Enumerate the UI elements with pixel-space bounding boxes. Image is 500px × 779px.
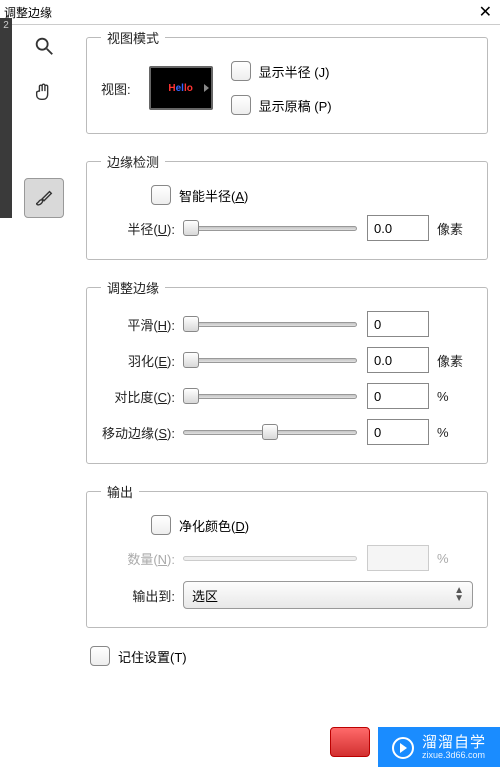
edge-detect-legend: 边缘检测 <box>101 152 165 171</box>
show-radius-label: 显示半径 (J) <box>259 62 330 81</box>
amount-input <box>367 545 429 571</box>
smart-radius-checkbox[interactable] <box>151 185 171 205</box>
hand-tool[interactable] <box>24 72 64 112</box>
amount-slider <box>183 549 357 567</box>
smooth-input[interactable] <box>367 311 429 337</box>
purify-color-label: 净化颜色(D) <box>179 516 249 535</box>
contrast-input[interactable] <box>367 383 429 409</box>
amount-label: 数量(N): <box>101 549 183 568</box>
adjust-edge-legend: 调整边缘 <box>101 278 165 297</box>
partial-button[interactable] <box>330 727 370 757</box>
output-to-label: 输出到: <box>101 586 183 605</box>
output-legend: 输出 <box>101 482 139 501</box>
hand-icon <box>33 81 55 103</box>
left-ruler: 2 <box>0 18 12 218</box>
remember-settings-checkbox[interactable] <box>90 646 110 666</box>
view-label: 视图: <box>101 79 139 98</box>
adjust-edge-group: 调整边缘 平滑(H): 羽化(E): 像素 对比度(C): <box>86 278 488 464</box>
smart-radius-label: 智能半径(A) <box>179 186 248 205</box>
amount-unit: % <box>437 551 473 566</box>
view-mode-group: 视图模式 视图: Hello 显示半径 (J) 显示原稿 (P) <box>86 28 488 134</box>
output-to-select[interactable]: 选区 ▲▼ <box>183 581 473 609</box>
contrast-label: 对比度(C): <box>101 387 183 406</box>
radius-input[interactable] <box>367 215 429 241</box>
feather-slider[interactable] <box>183 351 357 369</box>
contrast-unit: % <box>437 389 473 404</box>
edge-detect-group: 边缘检测 智能半径(A) 半径(U): 像素 <box>86 152 488 260</box>
radius-unit: 像素 <box>437 219 473 238</box>
show-radius-checkbox[interactable] <box>231 61 251 81</box>
show-original-checkbox[interactable] <box>231 95 251 115</box>
select-arrows-icon: ▲▼ <box>454 587 464 603</box>
shift-edge-label: 移动边缘(S): <box>101 423 183 442</box>
watermark-badge: 溜溜自学 zixue.3d66.com <box>378 727 500 767</box>
magnifier-icon <box>33 35 55 57</box>
contrast-slider[interactable] <box>183 387 357 405</box>
output-group: 输出 净化颜色(D) 数量(N): % 输出到: 选区 ▲▼ <box>86 482 488 628</box>
shift-edge-unit: % <box>437 425 473 440</box>
shift-edge-slider[interactable] <box>183 423 357 441</box>
thumbnail-image: Hello <box>168 83 192 94</box>
feather-unit: 像素 <box>437 351 473 370</box>
feather-label: 羽化(E): <box>101 351 183 370</box>
feather-input[interactable] <box>367 347 429 373</box>
zoom-tool[interactable] <box>24 26 64 66</box>
view-mode-legend: 视图模式 <box>101 28 165 47</box>
purify-color-checkbox[interactable] <box>151 515 171 535</box>
view-thumbnail-dropdown[interactable]: Hello <box>149 66 213 110</box>
brush-tool[interactable] <box>24 178 64 218</box>
shift-edge-input[interactable] <box>367 419 429 445</box>
radius-label: 半径(U): <box>101 219 183 238</box>
radius-slider[interactable] <box>183 219 357 237</box>
brush-icon <box>33 187 55 209</box>
show-original-label: 显示原稿 (P) <box>259 96 332 115</box>
play-icon <box>392 737 414 759</box>
output-to-value: 选区 <box>192 586 218 605</box>
remember-settings-label: 记住设置(T) <box>118 647 187 666</box>
smooth-label: 平滑(H): <box>101 315 183 334</box>
smooth-slider[interactable] <box>183 315 357 333</box>
